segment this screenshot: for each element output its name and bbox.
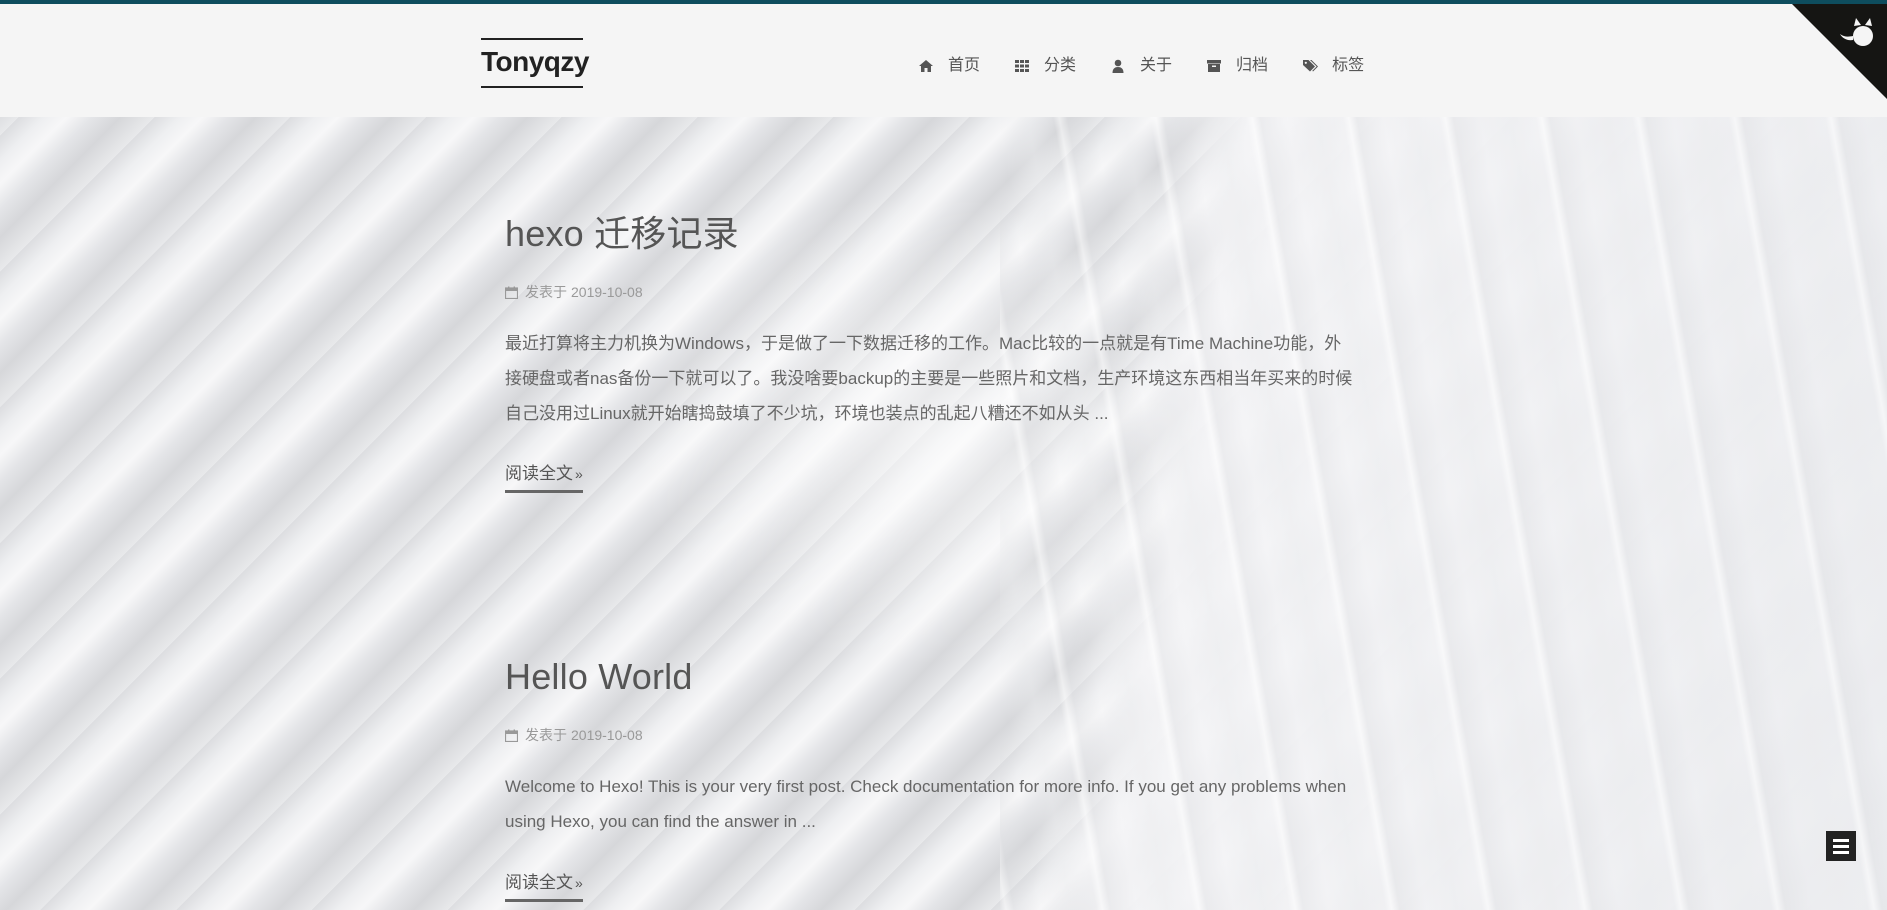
hamburger-menu-icon-bar [1833, 850, 1849, 854]
calendar-icon [505, 286, 518, 299]
post-date: 2019-10-08 [571, 284, 643, 300]
post-excerpt-line: Welcome to Hexo! This is your very first… [505, 777, 1347, 796]
post-excerpt-line: 最近打算将主力机换为Windows，于是做了一下数据迁移的工作。Mac比较的一点… [505, 334, 1342, 353]
nav-label-home[interactable]: 首页 [948, 56, 980, 76]
nav-item-about[interactable]: 关于 [1110, 56, 1172, 76]
archive-icon [1207, 60, 1222, 72]
calendar-icon [505, 729, 518, 742]
nav-item-tags[interactable]: 标签 [1302, 56, 1364, 76]
github-corner[interactable] [1792, 4, 1887, 99]
site-header: Tonyqzy 首页 分类 关于 归档 标签 [0, 4, 1887, 117]
nav-label-about[interactable]: 关于 [1140, 56, 1172, 76]
hamburger-menu-icon-bar [1833, 844, 1849, 848]
read-more-label[interactable]: 阅读全文 [505, 464, 573, 483]
top-accent-strip [0, 0, 1887, 4]
tags-icon [1303, 60, 1319, 72]
th-grid-icon [1015, 60, 1030, 72]
post-excerpt-line: 自己没用过Linux就开始瞎捣鼓填了不少坑，环境也装点的乱起八糟还不如从头 ..… [505, 404, 1109, 423]
post-excerpt: Welcome to Hexo! This is your very first… [505, 769, 1385, 839]
nav-label-archives[interactable]: 归档 [1236, 56, 1268, 76]
user-icon [1112, 59, 1124, 73]
nav-item-categories[interactable]: 分类 [1014, 56, 1076, 76]
main-nav: 首页 分类 关于 归档 标签 [918, 51, 1364, 81]
post-meta-prefix: 发表于 [525, 284, 567, 300]
post-item: Hello World 发表于 2019-10-08 Welcome to He… [505, 655, 1381, 902]
nav-label-categories[interactable]: 分类 [1044, 56, 1076, 76]
post-title[interactable]: Hello World [505, 655, 1381, 699]
read-more-label[interactable]: 阅读全文 [505, 873, 573, 892]
nav-item-archives[interactable]: 归档 [1206, 56, 1268, 76]
read-more-arrow[interactable]: » [575, 466, 583, 482]
read-more-link[interactable]: 阅读全文» [505, 873, 583, 902]
post-excerpt-line: using Hexo, you can find the answer in .… [505, 812, 816, 831]
site-brand[interactable]: Tonyqzy [481, 38, 589, 88]
post-meta-prefix: 发表于 [525, 727, 567, 743]
sidebar-toggle-button[interactable] [1826, 831, 1856, 861]
read-more-link[interactable]: 阅读全文» [505, 464, 583, 493]
post-title[interactable]: hexo 迁移记录 [505, 212, 1381, 256]
post-item: hexo 迁移记录 发表于 2019-10-08 最近打算将主力机换为Windo… [505, 212, 1381, 493]
site-brand-text[interactable]: Tonyqzy [481, 40, 589, 84]
nav-item-home[interactable]: 首页 [918, 56, 980, 76]
post-date: 2019-10-08 [571, 727, 643, 743]
post-meta: 发表于 2019-10-08 [505, 725, 643, 745]
post-meta: 发表于 2019-10-08 [505, 282, 643, 302]
post-excerpt-line: 接硬盘或者nas备份一下就可以了。我没啥要backup的主要是一些照片和文档，生… [505, 369, 1353, 388]
home-icon [919, 60, 933, 72]
hamburger-menu-icon [1833, 838, 1849, 842]
read-more-arrow[interactable]: » [575, 875, 583, 891]
post-excerpt: 最近打算将主力机换为Windows，于是做了一下数据迁移的工作。Mac比较的一点… [505, 326, 1385, 431]
nav-label-tags[interactable]: 标签 [1332, 56, 1364, 76]
